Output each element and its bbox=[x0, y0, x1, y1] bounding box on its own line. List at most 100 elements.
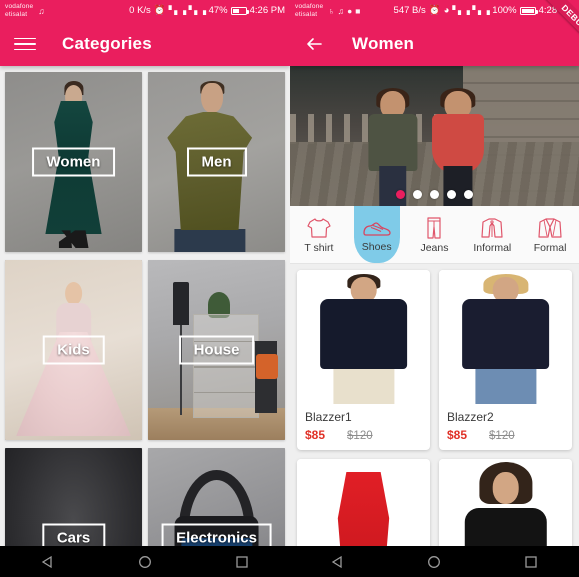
recents-square-icon[interactable] bbox=[232, 552, 252, 572]
signal-1-icon: ▘▖▗ bbox=[452, 6, 470, 15]
left-android-nav-bar bbox=[0, 546, 290, 577]
product-price: $85 bbox=[447, 428, 468, 442]
tab-label: Informal bbox=[473, 241, 512, 254]
product-meta: Blazzer1 $85 $120 bbox=[297, 404, 430, 450]
status-left-icons: ♄ ♫ ● ■ bbox=[328, 7, 360, 16]
product-name: Blazzer1 bbox=[305, 410, 352, 424]
alarm-icon: ⏰ bbox=[428, 5, 441, 17]
suit-icon bbox=[538, 217, 562, 238]
left-status-bar: vodafone etisalat ♫ 0 K/s ⏰ ▘▖▗ ▘▖▗ 47% … bbox=[0, 0, 290, 22]
back-triangle-icon[interactable] bbox=[38, 552, 58, 572]
left-phone-screen: vodafone etisalat ♫ 0 K/s ⏰ ▘▖▗ ▘▖▗ 47% … bbox=[0, 0, 290, 577]
category-tile-kids[interactable]: Kids bbox=[5, 260, 142, 440]
carrier-line-2: etisalat bbox=[5, 11, 28, 18]
status-right-group: 547 B/s ⏰ ◕ ▘▖▗ ▘▖▗ 100% 4:28 PM bbox=[394, 6, 574, 16]
clock-label: 4:28 PM bbox=[538, 5, 574, 17]
usb-icon: ♄ bbox=[328, 5, 335, 16]
message-icon: ● bbox=[347, 5, 353, 16]
product-image bbox=[297, 270, 430, 404]
product-price-row: $85 $120 bbox=[305, 428, 422, 442]
data-rate-label: 547 B/s bbox=[393, 5, 426, 17]
hamburger-menu-icon[interactable] bbox=[14, 33, 36, 55]
product-card[interactable]: Blazzer1 $85 $120 bbox=[297, 270, 430, 450]
tab-label: Shoes bbox=[361, 240, 392, 253]
tshirt-icon bbox=[307, 217, 331, 238]
product-old-price: $120 bbox=[489, 430, 515, 442]
battery-icon bbox=[519, 7, 538, 15]
right-status-bar: vodafone etisalat ♄ ♫ ● ■ 547 B/s ⏰ ◕ ▘▖… bbox=[290, 0, 579, 22]
carousel-dot[interactable] bbox=[447, 190, 456, 199]
tab-shoes[interactable]: Shoes bbox=[348, 206, 406, 263]
data-rate-label: 0 K/s bbox=[129, 5, 151, 17]
hero-figure-right bbox=[431, 88, 484, 206]
tab-formal[interactable]: Formal bbox=[521, 206, 579, 263]
battery-icon bbox=[230, 7, 249, 15]
hero-figure-left bbox=[368, 88, 418, 206]
carrier-line-1: vodafone bbox=[295, 3, 324, 10]
carrier-label: vodafone etisalat bbox=[5, 3, 33, 19]
right-phone-screen: vodafone etisalat ♄ ♫ ● ■ 547 B/s ⏰ ◕ ▘▖… bbox=[290, 0, 579, 577]
category-tile-electronics[interactable]: Electronics bbox=[148, 448, 285, 555]
signal-2-icon: ▘▖▗ bbox=[188, 6, 206, 15]
dual-screenshot-container: vodafone etisalat ♫ 0 K/s ⏰ ▘▖▗ ▘▖▗ 47% … bbox=[0, 0, 579, 577]
back-triangle-icon[interactable] bbox=[328, 552, 348, 572]
product-card[interactable]: Blazzer2 $85 $120 bbox=[439, 270, 572, 450]
category-tile-house[interactable]: House bbox=[148, 260, 285, 440]
product-name: Blazzer2 bbox=[447, 410, 494, 424]
category-grid: Women Men Kids House Cars Electronics bbox=[0, 66, 290, 555]
carousel-dot[interactable] bbox=[413, 190, 422, 199]
page-title: Women bbox=[352, 34, 415, 53]
status-right-group: 0 K/s ⏰ ▘▖▗ ▘▖▗ 47% 4:26 PM bbox=[129, 6, 285, 16]
subcategory-tab-bar: T shirt Shoes Jeans Informal Formal bbox=[290, 206, 579, 264]
carousel-dot[interactable] bbox=[430, 190, 439, 199]
clock-label: 4:26 PM bbox=[249, 5, 285, 17]
carrier-label: vodafone etisalat bbox=[295, 3, 323, 19]
battery-percent-label: 100% bbox=[492, 5, 517, 17]
carousel-dot[interactable] bbox=[464, 190, 473, 199]
carrier-line-2: etisalat bbox=[295, 11, 318, 18]
recents-square-icon[interactable] bbox=[521, 552, 541, 572]
category-tile-women[interactable]: Women bbox=[5, 72, 142, 252]
signal-2-icon: ▘▖▗ bbox=[472, 6, 490, 15]
carousel-dot[interactable] bbox=[396, 190, 405, 199]
wifi-icon: ◕ bbox=[443, 5, 450, 17]
jacket-icon bbox=[481, 217, 503, 238]
tab-label: T shirt bbox=[304, 241, 334, 254]
category-label: Kids bbox=[42, 335, 105, 365]
right-android-nav-bar bbox=[290, 546, 579, 577]
product-price: $85 bbox=[305, 428, 326, 442]
home-circle-icon[interactable] bbox=[424, 552, 444, 572]
signal-1-icon: ▘▖▗ bbox=[168, 6, 186, 15]
product-price-row: $85 $120 bbox=[447, 428, 564, 442]
tab-label: Formal bbox=[533, 241, 567, 254]
home-circle-icon[interactable] bbox=[135, 552, 155, 572]
status-left-icons: ♫ bbox=[38, 7, 44, 16]
alarm-icon: ⏰ bbox=[153, 5, 166, 17]
tab-label: Jeans bbox=[420, 241, 449, 254]
product-image bbox=[439, 270, 572, 404]
category-tile-cars[interactable]: Cars bbox=[5, 448, 142, 555]
product-grid: Blazzer1 $85 $120 Blazzer2 $85 $120 bbox=[290, 264, 579, 567]
music-note-icon: ♫ bbox=[337, 5, 345, 16]
tab-tshirt[interactable]: T shirt bbox=[290, 206, 348, 263]
product-old-price: $120 bbox=[347, 430, 373, 442]
left-app-bar: Categories bbox=[0, 22, 290, 66]
jeans-icon bbox=[427, 216, 442, 239]
carrier-line-1: vodafone bbox=[5, 3, 34, 10]
tab-informal[interactable]: Informal bbox=[463, 206, 521, 263]
page-title: Categories bbox=[62, 34, 152, 53]
shoe-icon bbox=[363, 221, 391, 236]
category-tile-men[interactable]: Men bbox=[148, 72, 285, 252]
facebook-icon: ■ bbox=[355, 5, 361, 16]
music-note-icon: ♫ bbox=[38, 5, 45, 16]
hero-banner-carousel[interactable] bbox=[290, 66, 579, 206]
category-label: Women bbox=[31, 147, 116, 177]
product-meta: Blazzer2 $85 $120 bbox=[439, 404, 572, 450]
back-arrow-icon[interactable] bbox=[304, 33, 326, 55]
category-label: Men bbox=[186, 147, 247, 177]
carousel-indicator-dots bbox=[290, 190, 579, 199]
right-app-bar: Women bbox=[290, 22, 579, 66]
category-label: House bbox=[178, 335, 255, 365]
battery-percent-label: 47% bbox=[208, 5, 228, 17]
tab-jeans[interactable]: Jeans bbox=[406, 206, 464, 263]
